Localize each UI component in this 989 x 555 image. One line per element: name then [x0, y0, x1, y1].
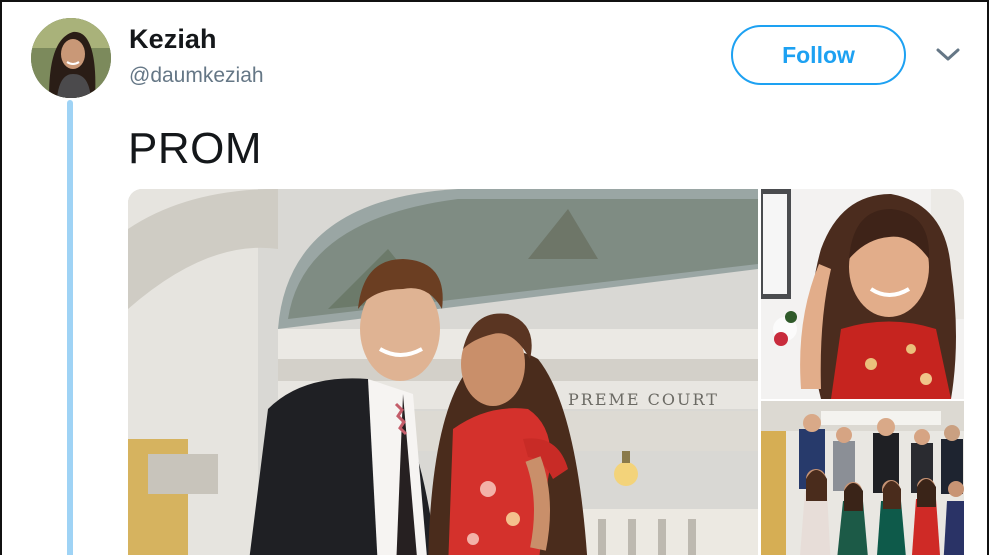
- display-name[interactable]: Keziah: [129, 24, 217, 55]
- court-sign-text: PREME COURT: [568, 390, 719, 409]
- media-photo-main[interactable]: PREME COURT: [128, 189, 758, 555]
- chevron-down-icon[interactable]: [935, 46, 961, 64]
- prom-group-image: [761, 401, 964, 555]
- tweet-card: Keziah @daumkeziah Follow PROM PREME COU…: [0, 0, 989, 555]
- thread-connector-line: [67, 100, 73, 555]
- tweet-text: PROM: [128, 124, 262, 173]
- media-photo-top[interactable]: [761, 189, 964, 399]
- user-handle[interactable]: @daumkeziah: [129, 64, 264, 88]
- girl-red-dress-image: [761, 189, 964, 399]
- media-photo-bottom[interactable]: [761, 401, 964, 555]
- avatar[interactable]: [31, 18, 111, 98]
- avatar-image: [31, 18, 111, 98]
- follow-button[interactable]: Follow: [731, 25, 906, 85]
- prom-couple-image: PREME COURT: [128, 189, 758, 555]
- media-grid: PREME COURT: [128, 189, 964, 555]
